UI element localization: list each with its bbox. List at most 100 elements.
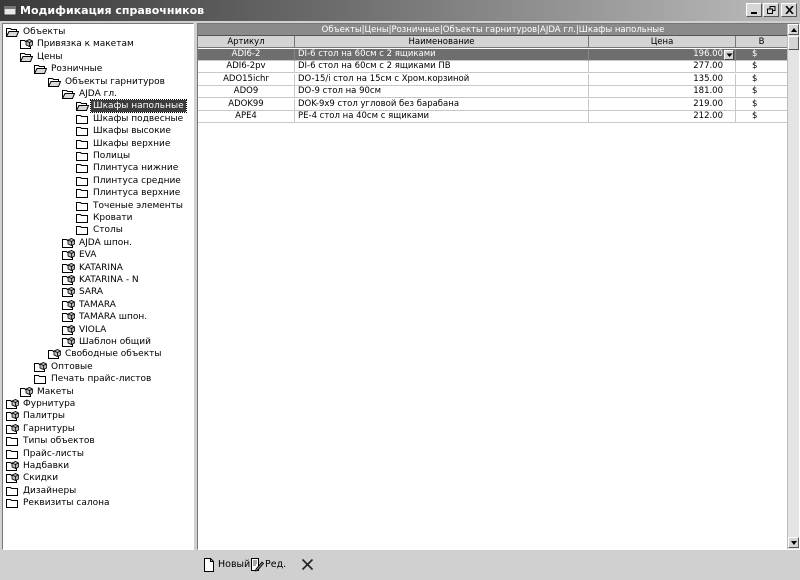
tree-item-label: Печать прайс-листов xyxy=(51,374,152,385)
price-grid[interactable]: Объекты|Цены|Розничные|Объекты гарнитуро… xyxy=(197,23,800,550)
tree-item-label: TAMARA xyxy=(79,299,116,310)
title-bar: Модификация справочников xyxy=(0,0,800,21)
column-header-price[interactable]: Цена xyxy=(589,36,736,48)
cube-folder-icon xyxy=(62,237,75,248)
edit-document-icon xyxy=(251,558,264,572)
cell-price: 219.00 xyxy=(589,98,736,111)
cell-price: 277.00 xyxy=(589,61,736,74)
client-area: Объекты Привязка к макетам Цены Розничные Об… xyxy=(0,21,800,580)
table-row[interactable]: ADI6-2pv DI-6 стол на 60см с 2 ящиками ПВ… xyxy=(198,61,788,74)
edit-button[interactable]: Ред. xyxy=(250,557,286,573)
table-row[interactable]: ADO15ichr DO-15/i стол на 15см с Хром.кор… xyxy=(198,73,788,86)
bottom-toolbar: Новый Ред. xyxy=(0,552,800,580)
cell-price-text: 212.00 xyxy=(693,111,723,121)
folder-icon xyxy=(76,139,88,149)
cube-folder-icon xyxy=(20,386,33,397)
cube-folder-icon xyxy=(48,349,61,360)
cell-article-text: ADO9 xyxy=(233,86,259,97)
cell-currency-text: $ xyxy=(752,98,758,109)
cell-article-text: APE4 xyxy=(235,111,257,121)
grid-header: Артикул Наименование Цена В xyxy=(198,36,788,48)
scroll-down-button[interactable] xyxy=(788,537,799,548)
cube-folder-icon xyxy=(62,299,75,310)
cell-name-text: DO-9 стол на 90см xyxy=(298,86,381,97)
cell-currency: $ xyxy=(736,98,788,111)
arrow-up-icon xyxy=(791,28,797,32)
cell-article-text: ADOK99 xyxy=(228,98,264,109)
minimize-button[interactable] xyxy=(746,3,762,17)
cell-price-text: 277.00 xyxy=(693,61,723,72)
column-header-currency[interactable]: В xyxy=(736,36,788,48)
cell-article: ADO15ichr xyxy=(198,73,295,86)
folder-open-icon xyxy=(62,90,75,99)
new-button-label: Новый xyxy=(218,559,251,570)
grid-path-caption: Объекты|Цены|Розничные|Объекты гарнитуро… xyxy=(198,24,788,36)
cell-currency-text: $ xyxy=(752,61,758,72)
column-header-name[interactable]: Наименование xyxy=(295,36,589,48)
table-row[interactable]: ADI6-2 DI-6 стол на 60см с 2 ящиками 196.0… xyxy=(198,49,788,61)
tree-item-label: Плинтуса верхние xyxy=(93,188,181,199)
scroll-thumb[interactable] xyxy=(788,36,799,50)
new-button[interactable]: Новый xyxy=(203,557,250,573)
cube-folder-icon xyxy=(62,312,75,323)
table-row[interactable]: APE4 PE-4 стол на 40см с ящиками 212.00 $ xyxy=(198,111,788,123)
restore-icon xyxy=(767,6,776,14)
cell-article-text: ADI6-2 xyxy=(231,49,261,59)
tree-item-label: Шкафы высокие xyxy=(93,126,171,137)
price-dropdown-button[interactable] xyxy=(724,50,734,60)
vertical-scrollbar[interactable] xyxy=(787,24,799,549)
new-document-icon xyxy=(204,558,214,572)
restore-button[interactable] xyxy=(763,3,779,17)
folder-open-icon xyxy=(48,77,61,87)
cube-folder-icon xyxy=(62,287,75,298)
app-icon xyxy=(3,5,17,16)
cell-name: DI-6 стол на 60см с 2 ящиками xyxy=(295,49,589,61)
tree-item-label: Розничные xyxy=(51,64,103,75)
cell-currency-text: $ xyxy=(752,111,758,121)
cell-name: DI-6 стол на 60см с 2 ящиками ПВ xyxy=(295,61,589,74)
folder-icon xyxy=(76,226,88,236)
cube-folder-icon xyxy=(62,275,75,285)
close-button[interactable] xyxy=(781,3,797,17)
cell-article: ADO9 xyxy=(198,86,295,99)
minimize-icon xyxy=(751,12,757,14)
scroll-up-button[interactable] xyxy=(788,24,799,35)
tree-item-label: AJDA шпон. xyxy=(79,237,132,248)
cell-name-text: DI-6 стол на 60см с 2 ящиками ПВ xyxy=(298,61,451,72)
cell-article: ADI6-2 xyxy=(198,49,295,61)
cell-article-text: ADO15ichr xyxy=(223,73,269,84)
cell-currency-text: $ xyxy=(752,86,758,97)
tree-item-label: Фурнитура xyxy=(23,399,76,409)
tree-item-label: Макеты xyxy=(37,386,74,397)
folder-icon xyxy=(34,375,46,385)
tree-item-label: Точеные элементы xyxy=(93,200,184,211)
table-row[interactable]: ADOK99 DOK-9x9 стол угловой без барабана 2… xyxy=(198,98,788,111)
table-row[interactable]: ADO9 DO-9 стол на 90см 181.00 $ xyxy=(198,86,788,99)
column-header-article[interactable]: Артикул xyxy=(198,36,295,48)
tree-view[interactable]: Объекты Привязка к макетам Цены Розничные Об… xyxy=(2,23,194,550)
cell-article-text: ADI6-2pv xyxy=(226,61,266,72)
cube-folder-icon xyxy=(62,337,75,347)
tree-item-label: SARA xyxy=(79,287,104,298)
folder-icon xyxy=(6,499,18,509)
folder-icon xyxy=(76,152,88,161)
window-title: Модификация справочников xyxy=(20,4,205,17)
cube-folder-icon xyxy=(62,324,75,335)
tree-item-label: Плинтуса средние xyxy=(93,175,181,186)
close-icon xyxy=(785,6,794,14)
tree-item-label: Кровати xyxy=(93,213,133,223)
cell-price-text: 135.00 xyxy=(693,73,723,84)
folder-icon xyxy=(76,214,88,223)
tree-item-label: TAMARA шпон. xyxy=(79,312,148,323)
folder-icon xyxy=(76,114,88,124)
tree-item-label: Надбавки xyxy=(23,461,70,471)
tree-item-label: Цены xyxy=(37,51,63,62)
delete-button[interactable] xyxy=(301,557,315,573)
folder-open-icon xyxy=(34,65,47,75)
tree-item-label: Оптовые xyxy=(51,361,93,372)
tree-item-label: Палитры xyxy=(23,411,65,422)
cube-folder-icon xyxy=(62,250,75,261)
cell-price[interactable]: 196.00 xyxy=(589,49,736,61)
cell-name-text: PE-4 стол на 40см с ящиками xyxy=(298,111,430,121)
cell-name: DOK-9x9 стол угловой без барабана xyxy=(295,98,589,111)
